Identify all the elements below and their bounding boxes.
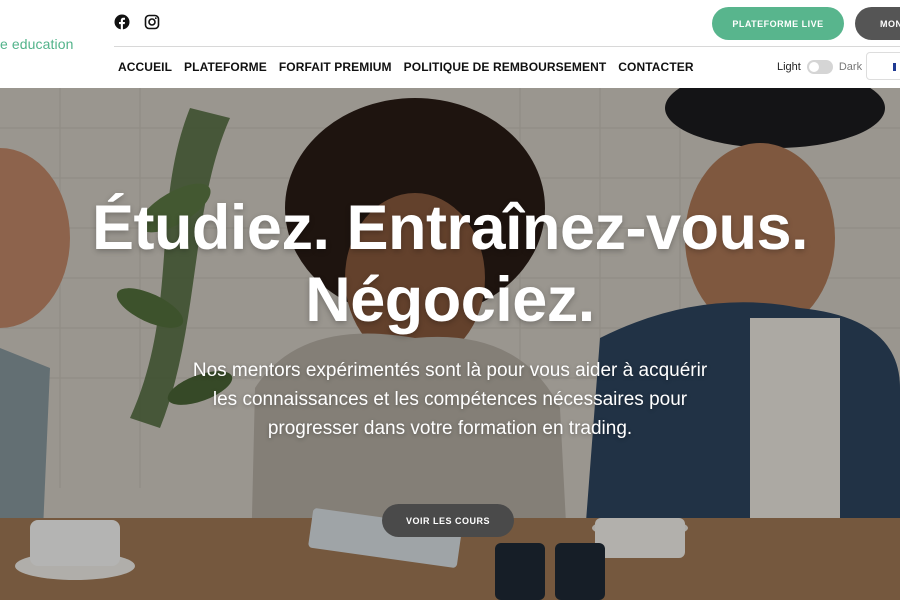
theme-toggle[interactable] — [806, 60, 833, 74]
main-nav: ACCUEIL PLATEFORME FORFAIT PREMIUM POLIT… — [118, 60, 694, 74]
view-courses-button[interactable]: VOIR LES COURS — [382, 504, 514, 537]
flag-icon — [893, 63, 896, 71]
theme-dark-label: Dark — [838, 61, 863, 73]
hero-section: Étudiez. Entraînez-vous. Négociez. Nos m… — [0, 88, 900, 600]
header-divider — [114, 46, 900, 47]
nav-item-home[interactable]: ACCUEIL — [118, 60, 172, 74]
theme-light-label: Light — [777, 61, 801, 73]
hero-headline-line2: Négociez. — [305, 265, 595, 335]
brand-logo[interactable]: e education — [0, 36, 74, 52]
nav-item-refund-policy[interactable]: POLITIQUE DE REMBOURSEMENT — [404, 60, 607, 74]
social-links — [114, 14, 160, 30]
account-button[interactable]: MON — [855, 7, 900, 40]
nav-item-platform[interactable]: PLATEFORME — [184, 60, 267, 74]
language-selector[interactable] — [866, 52, 900, 80]
hero-headline-line1: Étudiez. Entraînez-vous. — [91, 193, 809, 263]
nav-item-premium[interactable]: FORFAIT PREMIUM — [279, 60, 392, 74]
nav-item-contact[interactable]: CONTACTER — [618, 60, 693, 74]
facebook-icon[interactable] — [114, 14, 130, 30]
hero-subtitle: Nos mentors expérimentés sont là pour vo… — [192, 360, 708, 439]
live-platform-button[interactable]: PLATEFORME LIVE — [712, 7, 844, 40]
site-header: e education PLATEFORME LIVE MON ACCUEIL … — [0, 0, 900, 88]
theme-switcher: Light Dark — [777, 60, 862, 74]
instagram-icon[interactable] — [144, 14, 160, 30]
hero-headline: Étudiez. Entraînez-vous. Négociez. — [0, 192, 900, 336]
